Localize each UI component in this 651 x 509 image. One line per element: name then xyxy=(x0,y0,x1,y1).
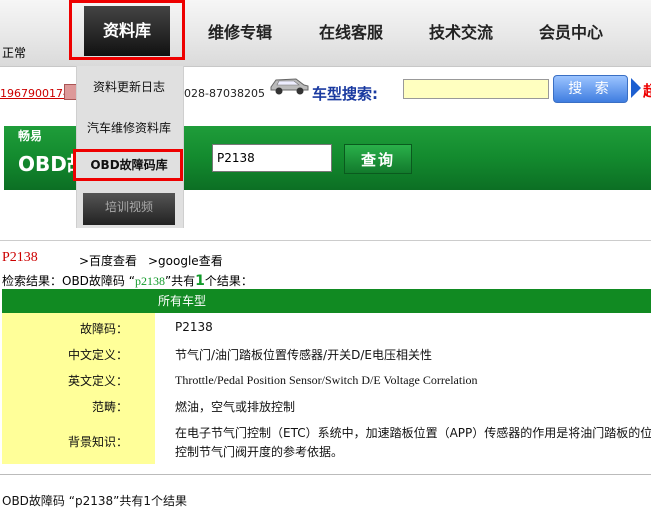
divider xyxy=(0,240,651,241)
result-code: P2138 xyxy=(2,250,38,265)
nav-item-forum[interactable]: 技术交流 xyxy=(423,0,499,66)
baidu-link[interactable]: >百度查看 xyxy=(79,252,137,269)
nav-item-repair[interactable]: 维修专辑 xyxy=(202,0,278,66)
bottom-summary: OBD故障码 “p2138”共有1个结果 xyxy=(2,494,187,508)
nav-item-member[interactable]: 会员中心 xyxy=(533,0,609,66)
search-label: 车型搜索: xyxy=(312,85,378,103)
table-header-label: 所有车型 xyxy=(158,294,207,308)
row-value-en: Throttle/Pedal Position Sensor/Switch D/… xyxy=(175,373,478,387)
result-summary: 检索结果：OBD故障码 “p2138”共有1个结果： xyxy=(2,272,253,289)
row-value-category: 燃油，空气或排放控制 xyxy=(175,400,296,414)
nav-item-support[interactable]: 在线客服 xyxy=(313,0,389,66)
row-value-cn: 节气门/油门踏板位置传感器/开关D/E电压相关性 xyxy=(175,348,432,362)
band-brand: 畅易 xyxy=(18,129,43,143)
highlight-box xyxy=(69,0,185,60)
summary-mid: ”共有 xyxy=(164,274,196,288)
table-header: 所有车型 xyxy=(2,289,651,313)
google-link[interactable]: >google查看 xyxy=(148,252,223,269)
row-value-code: P2138 xyxy=(175,320,213,334)
row-value-background: 在电子节气门控制（ETC）系统中，加速踏板位置（APP）传感器的作用是将油门踏板… xyxy=(175,426,651,440)
search-input[interactable] xyxy=(403,79,549,99)
menu-item-obd-codes[interactable]: OBD故障码库 xyxy=(76,147,182,183)
summary-keyword: p2138 xyxy=(134,274,165,288)
status-text: 正常 xyxy=(2,46,27,60)
phone-number: 028-87038205 xyxy=(184,87,265,100)
row-label-background: 背景知识： xyxy=(67,435,128,449)
divider xyxy=(0,474,651,475)
summary-prefix: 检索结果：OBD故障码 “ xyxy=(2,274,135,288)
menu-item-training-video[interactable]: 培训视频 xyxy=(83,193,175,225)
search-button[interactable]: 搜 索 xyxy=(553,75,628,103)
row-label-code: 故障码： xyxy=(79,322,128,336)
code-input[interactable]: P2138 xyxy=(212,144,332,172)
arrow-right-icon xyxy=(631,78,641,98)
row-label-cn: 中文定义： xyxy=(67,348,128,362)
query-button[interactable]: 查询 xyxy=(344,144,412,174)
summary-count: 1 xyxy=(195,273,205,289)
menu-item-repair-database[interactable]: 汽车维修资料库 xyxy=(76,110,182,146)
row-label-en: 英文定义： xyxy=(67,374,128,388)
row-value-background-cont: 控制节气门阀开度的参考依据。 xyxy=(175,445,344,459)
phone-link[interactable]: 1967900174 xyxy=(0,87,70,100)
promo-text[interactable]: 超 xyxy=(643,80,651,101)
menu-item-update-log[interactable]: 资料更新日志 xyxy=(76,69,182,105)
row-label-category: 范畴： xyxy=(91,400,128,414)
car-icon xyxy=(270,78,309,95)
summary-suffix: 个结果： xyxy=(204,274,253,288)
